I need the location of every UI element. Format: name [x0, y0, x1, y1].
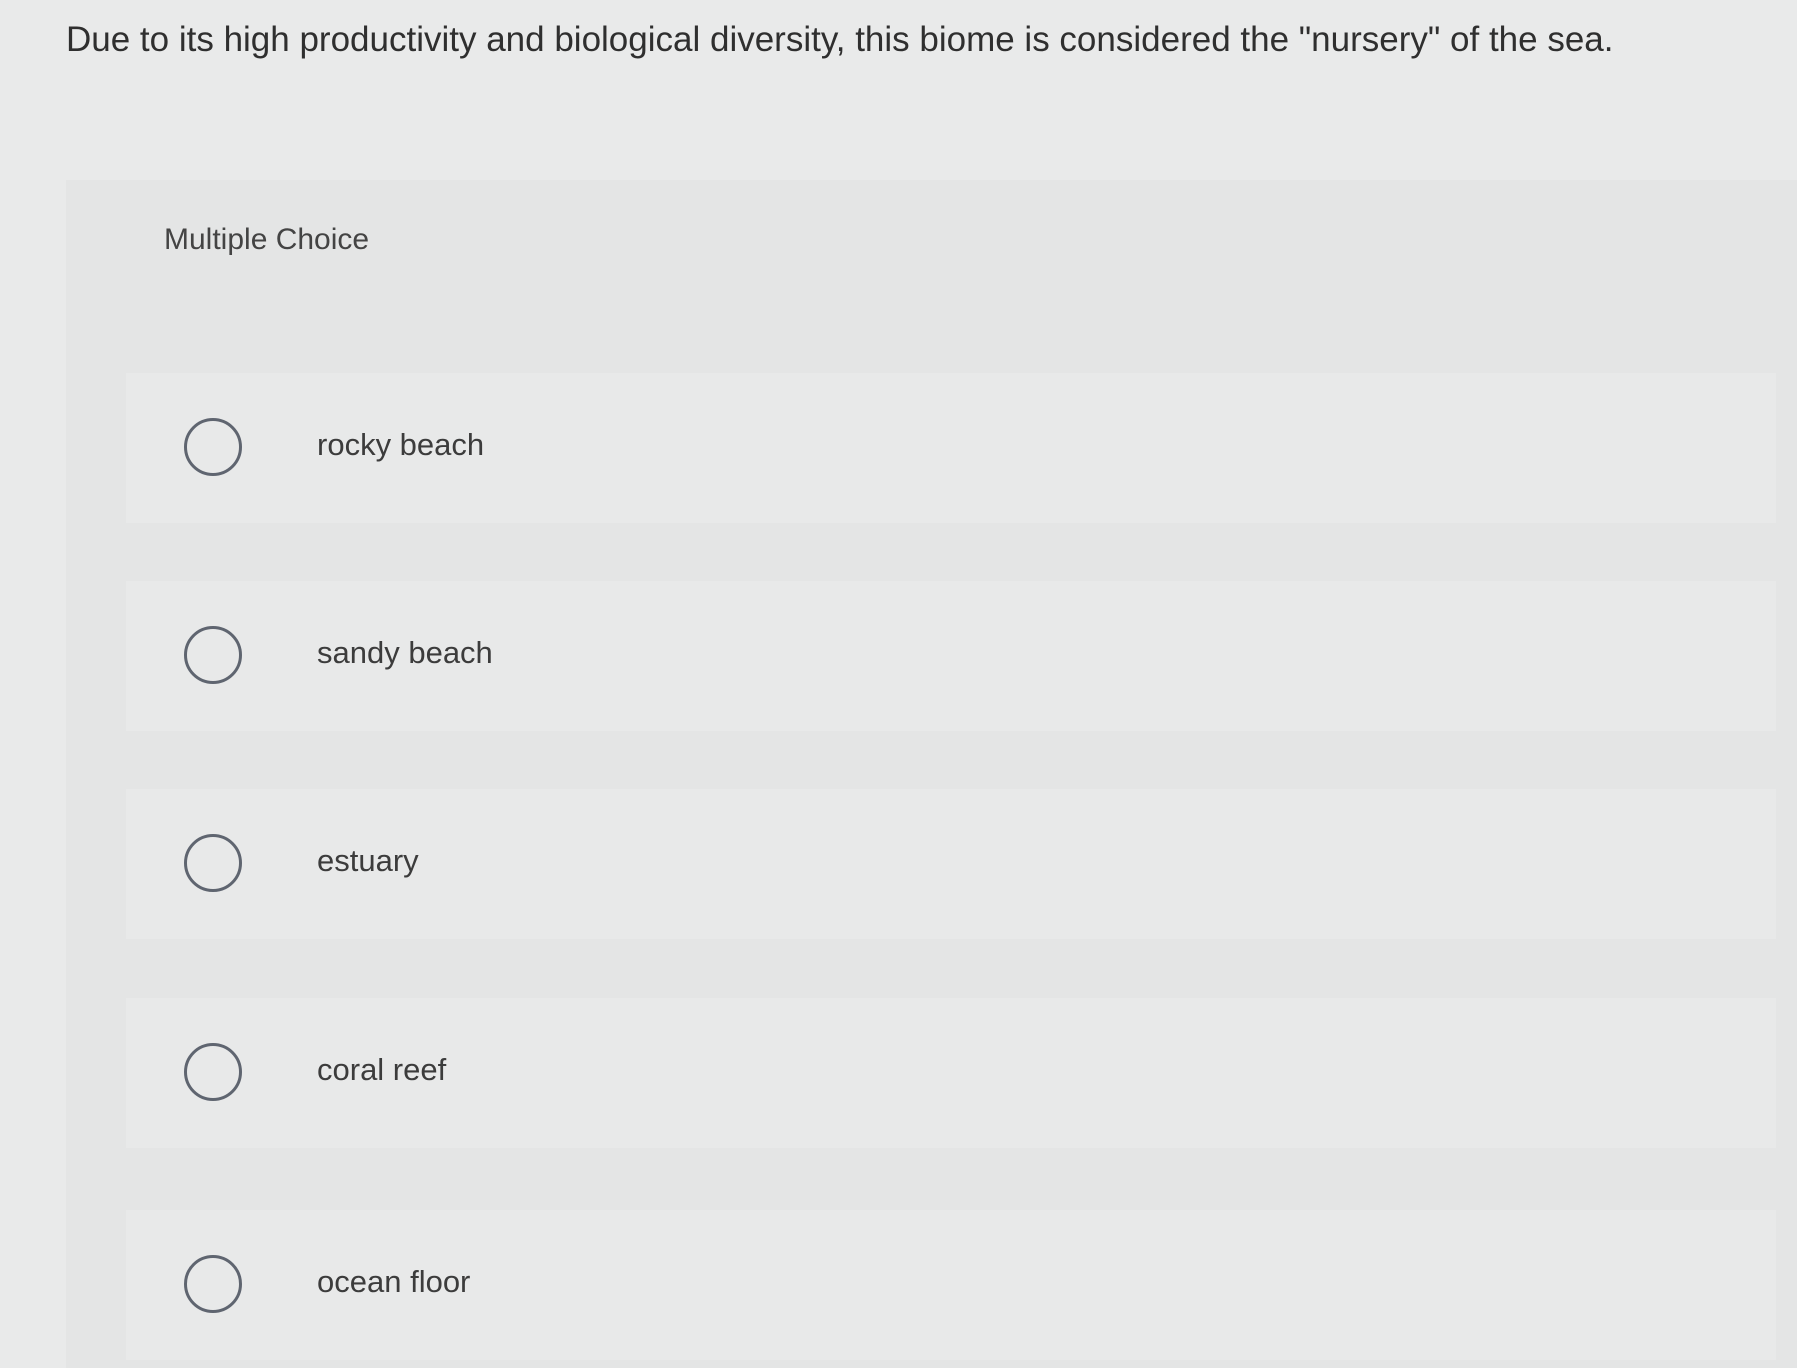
radio-button[interactable]: [184, 418, 242, 476]
option-rocky-beach[interactable]: rocky beach: [126, 373, 1776, 523]
option-ocean-floor[interactable]: ocean floor: [126, 1210, 1776, 1360]
radio-button[interactable]: [184, 1043, 242, 1101]
option-coral-reef[interactable]: coral reef: [126, 998, 1776, 1148]
radio-button[interactable]: [184, 626, 242, 684]
option-label: coral reef: [317, 1052, 447, 1087]
option-estuary[interactable]: estuary: [126, 789, 1776, 939]
radio-button[interactable]: [184, 834, 242, 892]
question-text: Due to its high productivity and biologi…: [66, 20, 1614, 59]
option-label: sandy beach: [317, 635, 493, 670]
option-sandy-beach[interactable]: sandy beach: [126, 581, 1776, 731]
answer-panel: Multiple Choice rocky beach sandy beach …: [66, 180, 1797, 1368]
radio-button[interactable]: [184, 1255, 242, 1313]
option-label: rocky beach: [317, 427, 485, 462]
option-label: ocean floor: [317, 1264, 471, 1299]
option-label: estuary: [317, 843, 419, 878]
question-type-label: Multiple Choice: [164, 223, 370, 256]
